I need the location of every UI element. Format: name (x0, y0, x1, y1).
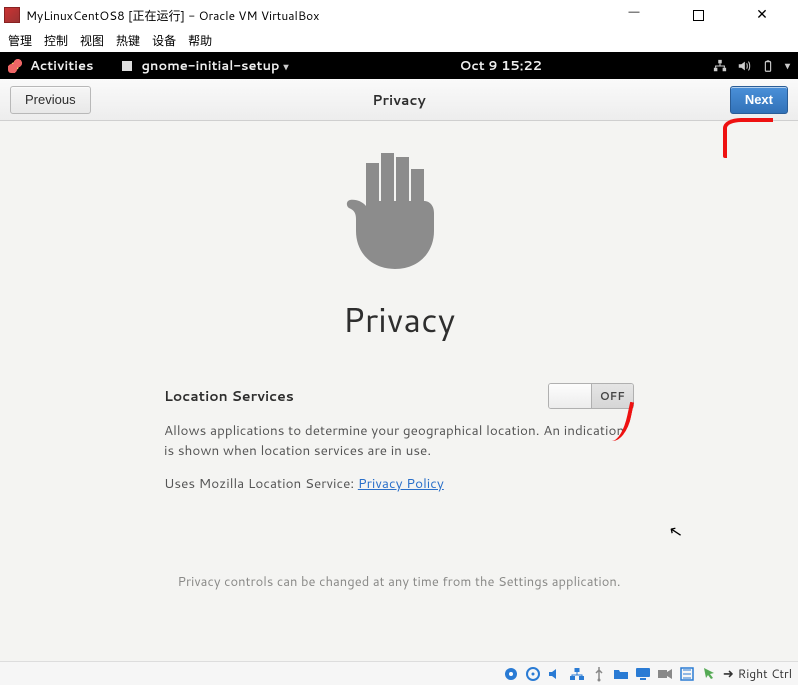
location-services-toggle[interactable]: OFF (548, 383, 634, 409)
menu-hotkeys[interactable]: 热键 (116, 32, 140, 49)
virtualbox-app-icon (4, 7, 20, 23)
optical-indicator-icon[interactable] (525, 666, 541, 682)
network-indicator-icon[interactable] (569, 666, 585, 682)
chevron-down-icon: ▾ (785, 59, 790, 73)
window-title: MyLinuxCentOS8 [正在运行] - Oracle VM Virtua… (26, 7, 614, 24)
recording-indicator-icon[interactable] (657, 666, 673, 682)
menu-control[interactable]: 控制 (44, 32, 68, 49)
host-key-indicator[interactable]: ➜ Right Ctrl (723, 665, 792, 683)
host-key-arrow-icon: ➜ (723, 665, 734, 683)
app-menu[interactable]: gnome-initial-setup (142, 57, 289, 75)
activities-button[interactable]: Activities (30, 57, 94, 75)
guest-screen: Activities gnome-initial-setup Oct 9 15:… (0, 52, 798, 661)
heading-privacy: Privacy (149, 295, 649, 343)
volume-icon (737, 59, 751, 73)
previous-button[interactable]: Previous (10, 86, 91, 114)
hdd-indicator-icon[interactable] (503, 666, 519, 682)
menu-help[interactable]: 帮助 (188, 32, 212, 49)
virtualbox-menubar: 管理 控制 视图 热键 设备 帮助 (0, 30, 798, 52)
app-indicator-icon (122, 61, 132, 71)
toggle-state: OFF (592, 384, 634, 408)
mouse-integration-icon[interactable] (701, 666, 717, 682)
window-controls (614, 6, 794, 24)
location-services-description: Allows applications to determine your ge… (164, 421, 634, 460)
privacy-hand-icon (344, 151, 454, 271)
menu-devices[interactable]: 设备 (152, 32, 176, 49)
system-tray[interactable]: ▾ (713, 59, 790, 73)
menu-manage[interactable]: 管理 (8, 32, 32, 49)
battery-icon (761, 59, 775, 73)
location-services-provider: Uses Mozilla Location Service: Privacy P… (164, 474, 634, 494)
setup-headerbar: Previous Privacy Next (0, 79, 798, 121)
privacy-policy-link[interactable]: Privacy Policy (358, 474, 444, 493)
features-indicator-icon[interactable] (679, 666, 695, 682)
next-button[interactable]: Next (730, 86, 788, 114)
host-key-label: Right Ctrl (738, 665, 792, 682)
menu-view[interactable]: 视图 (80, 32, 104, 49)
app-menu-label: gnome-initial-setup (142, 57, 280, 75)
display-indicator-icon[interactable] (635, 666, 651, 682)
toggle-knob (549, 384, 592, 408)
minimize-button[interactable] (614, 6, 654, 24)
setup-body: Privacy Location Services OFF Allows app… (0, 121, 798, 661)
network-icon (713, 59, 727, 73)
shared-folder-indicator-icon[interactable] (613, 666, 629, 682)
virtualbox-statusbar: ➜ Right Ctrl (0, 661, 798, 685)
maximize-button[interactable] (678, 6, 718, 24)
page-title: Privacy (0, 90, 798, 110)
location-services-label: Location Services (164, 386, 294, 406)
audio-indicator-icon[interactable] (547, 666, 563, 682)
gnome-footprint-icon (8, 59, 22, 73)
virtualbox-titlebar: MyLinuxCentOS8 [正在运行] - Oracle VM Virtua… (0, 0, 798, 30)
footer-note: Privacy controls can be changed at any t… (0, 573, 798, 591)
uses-prefix: Uses Mozilla Location Service: (164, 474, 358, 493)
location-services-row: Location Services OFF (164, 383, 634, 409)
gnome-topbar: Activities gnome-initial-setup Oct 9 15:… (0, 52, 798, 79)
usb-indicator-icon[interactable] (591, 666, 607, 682)
clock[interactable]: Oct 9 15:22 (289, 57, 713, 75)
close-button[interactable] (742, 6, 782, 24)
